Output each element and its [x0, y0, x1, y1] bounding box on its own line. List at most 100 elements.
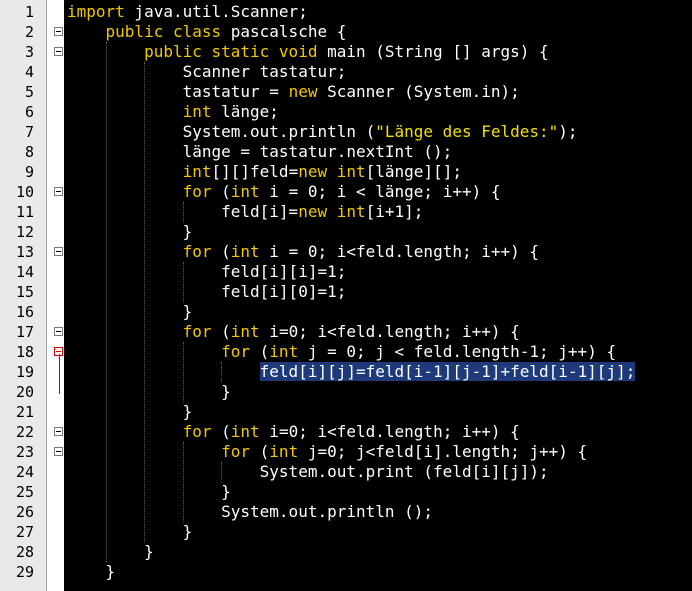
line-number: 7	[24, 123, 34, 141]
code-editor[interactable]: 1 import java.util.Scanner; 2 public class…	[0, 0, 692, 591]
code-line[interactable]: 6 int länge;	[0, 102, 692, 122]
line-number: 3	[24, 43, 34, 61]
indent-guide	[182, 262, 184, 302]
code-line[interactable]: 2 public class pascalsche {	[0, 22, 692, 42]
code-text: for (int i=0; i<feld.length; i++) {	[182, 422, 520, 441]
code-text: feld[i]=new int[i+1];	[67, 202, 424, 221]
code-line[interactable]: 3 public static void main (String [] arg…	[0, 42, 692, 62]
code-text: public class pascalsche {	[105, 22, 347, 41]
line-number: 9	[24, 163, 34, 181]
fold-toggle-icon[interactable]	[54, 247, 63, 256]
code-line[interactable]: 15 feld[i][0]=1;	[0, 282, 692, 302]
code-text: }	[67, 562, 116, 581]
code-text: feld[i][j]=feld[i-1][j-1]+feld[i-1][j];	[67, 362, 636, 382]
code-line[interactable]: 29 }	[0, 562, 692, 582]
fold-toggle-icon[interactable]	[54, 187, 63, 196]
code-line[interactable]: 22 for (int i=0; i<feld.length; i++) {	[0, 422, 692, 442]
code-text: Scanner tastatur;	[67, 62, 347, 81]
code-text: länge = tastatur.nextInt ();	[67, 142, 453, 161]
code-line[interactable]: 4 Scanner tastatur;	[0, 62, 692, 82]
code-line[interactable]: 20 }	[0, 382, 692, 402]
fold-toggle-icon[interactable]	[54, 427, 63, 436]
line-number: 5	[24, 83, 34, 101]
code-line[interactable]: 17 for (int i=0; i<feld.length; i++) {	[0, 322, 692, 342]
code-line[interactable]: 14 feld[i][i]=1;	[0, 262, 692, 282]
code-text: }	[67, 302, 193, 321]
code-line[interactable]: 11 feld[i]=new int[i+1];	[0, 202, 692, 222]
code-text: for (int i = 0; i<feld.length; i++) {	[182, 242, 540, 261]
code-text: for (int i = 0; i < länge; i++) {	[182, 182, 501, 201]
line-number: 13	[15, 243, 34, 261]
code-text: }	[67, 222, 193, 241]
code-line[interactable]: 26 System.out.println ();	[0, 502, 692, 522]
line-number: 20	[15, 383, 34, 401]
code-text: System.out.println ();	[67, 502, 434, 521]
code-text: feld[i][0]=1;	[67, 282, 347, 301]
code-text: for (int i=0; i<feld.length; i++) {	[182, 322, 520, 341]
line-number: 27	[15, 523, 34, 541]
code-line[interactable]: 9 int[][]feld=new int[länge][];	[0, 162, 692, 182]
code-text: int länge;	[182, 102, 279, 121]
code-text: }	[67, 382, 231, 401]
code-text: }	[67, 402, 193, 421]
fold-toggle-icon[interactable]	[54, 27, 63, 36]
code-line[interactable]: 7 System.out.println ("Länge des Feldes:…	[0, 122, 692, 142]
line-number: 10	[15, 183, 34, 201]
code-text: }	[67, 522, 193, 541]
code-line[interactable]: 21 }	[0, 402, 692, 422]
code-line[interactable]: 10 for (int i = 0; i < länge; i++) {	[0, 182, 692, 202]
fold-toggle-icon[interactable]	[54, 447, 63, 456]
code-line[interactable]: 16 }	[0, 302, 692, 322]
code-line[interactable]: 27 }	[0, 522, 692, 542]
line-number: 23	[15, 443, 34, 461]
code-text: feld[i][i]=1;	[67, 262, 347, 281]
indent-guide	[105, 42, 107, 562]
indent-guide	[144, 62, 146, 542]
code-line[interactable]: 1 import java.util.Scanner;	[0, 2, 692, 22]
line-number: 24	[15, 463, 34, 481]
line-number: 18	[15, 343, 34, 361]
code-line[interactable]: 24 System.out.print (feld[i][j]);	[0, 462, 692, 482]
code-line[interactable]: 23 for (int j=0; j<feld[i].length; j++) …	[0, 442, 692, 462]
line-number: 21	[15, 403, 34, 421]
line-number: 11	[15, 203, 34, 221]
code-line[interactable]: 18 for (int j = 0; j < feld.length-1; j+…	[0, 342, 692, 362]
line-number: 6	[24, 103, 34, 121]
fold-toggle-icon[interactable]	[54, 47, 63, 56]
active-fold-range	[59, 354, 60, 394]
line-number: 25	[15, 483, 34, 501]
line-number: 2	[24, 23, 34, 41]
code-line[interactable]: 19 feld[i][j]=feld[i-1][j-1]+feld[i-1][j…	[0, 362, 692, 382]
line-number: 19	[15, 363, 34, 381]
code-line[interactable]: 5 tastatur = new Scanner (System.in);	[0, 82, 692, 102]
line-number: 16	[15, 303, 34, 321]
indent-guide	[182, 202, 184, 222]
line-number: 4	[24, 63, 34, 81]
code-line[interactable]: 8 länge = tastatur.nextInt ();	[0, 142, 692, 162]
line-number: 17	[15, 323, 34, 341]
line-number: 14	[15, 263, 34, 281]
fold-toggle-icon[interactable]	[54, 327, 63, 336]
line-number: 28	[15, 543, 34, 561]
code-line[interactable]: 28 }	[0, 542, 692, 562]
line-number: 29	[15, 563, 34, 581]
indent-guide	[221, 462, 223, 482]
indent-guide	[221, 362, 223, 382]
code-text: System.out.print (feld[i][j]);	[67, 462, 549, 481]
code-text: public static void main (String [] args)…	[144, 42, 549, 61]
line-number: 15	[15, 283, 34, 301]
line-number: 8	[24, 143, 34, 161]
code-text: int[][]feld=new int[länge][];	[182, 162, 462, 181]
code-text: tastatur = new Scanner (System.in);	[67, 82, 520, 101]
line-number: 22	[15, 423, 34, 441]
code-line[interactable]: 25 }	[0, 482, 692, 502]
code-text: }	[67, 482, 231, 501]
line-number: 1	[24, 3, 34, 21]
code-text: for (int j = 0; j < feld.length-1; j++) …	[221, 342, 617, 361]
indent-guide	[182, 342, 184, 402]
code-line[interactable]: 12 }	[0, 222, 692, 242]
line-number: 26	[15, 503, 34, 521]
code-line[interactable]: 13 for (int i = 0; i<feld.length; i++) {	[0, 242, 692, 262]
indent-guide	[182, 442, 184, 522]
line-number: 12	[15, 223, 34, 241]
